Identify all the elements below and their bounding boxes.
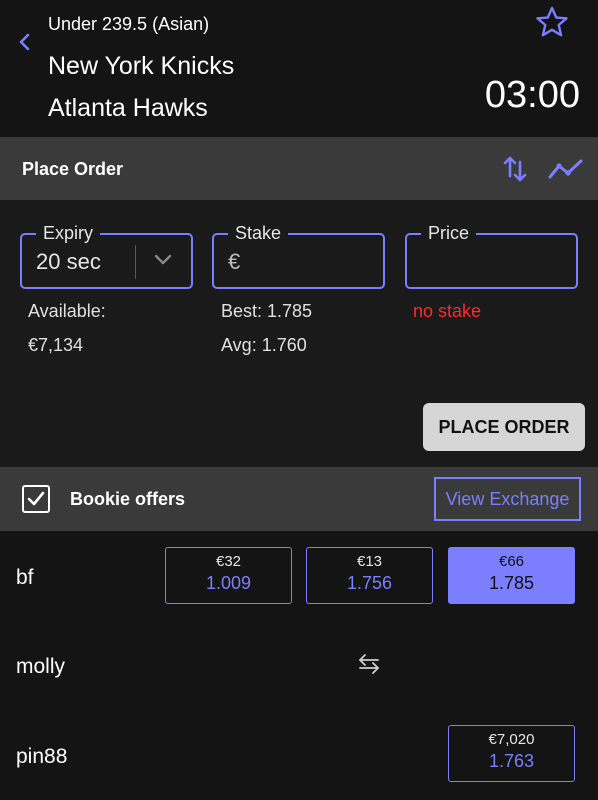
bookie-offers-header: Bookie offers View Exchange bbox=[0, 467, 598, 531]
offer-price: 1.763 bbox=[488, 751, 535, 771]
view-exchange-button[interactable]: View Exchange bbox=[434, 477, 581, 521]
expiry-label: Expiry bbox=[36, 223, 101, 244]
expiry-divider bbox=[135, 245, 136, 279]
offer-price: 1.756 bbox=[346, 573, 393, 593]
price-label: Price bbox=[421, 223, 477, 244]
order-form: Expiry 20 sec Stake € Price Available: €… bbox=[0, 200, 598, 467]
price-input[interactable]: Price bbox=[405, 223, 578, 289]
back-button[interactable] bbox=[14, 30, 34, 54]
available-value: €7,134 bbox=[28, 335, 84, 355]
favorite-button[interactable] bbox=[535, 6, 569, 38]
offer-stake: €13 bbox=[356, 553, 383, 570]
offer-stake: €7,020 bbox=[488, 731, 535, 748]
chart-button[interactable] bbox=[547, 155, 585, 183]
offer-button[interactable]: €7,020 1.763 bbox=[448, 725, 575, 782]
order-screen: Under 239.5 (Asian) New York Knicks Atla… bbox=[0, 0, 598, 800]
offer-stake: €32 bbox=[215, 553, 242, 570]
offer-price: 1.009 bbox=[205, 573, 252, 593]
checkmark-icon bbox=[27, 491, 45, 506]
place-order-title: Place Order bbox=[22, 159, 124, 179]
bookie-name: molly bbox=[16, 655, 66, 678]
offer-button[interactable]: €13 1.756 bbox=[306, 547, 433, 604]
expiry-value: 20 sec bbox=[36, 249, 101, 274]
stake-input[interactable]: Stake € bbox=[212, 223, 385, 289]
avg-price: Avg: 1.760 bbox=[221, 335, 307, 355]
chevron-down-icon[interactable] bbox=[153, 253, 173, 267]
place-order-button[interactable]: PLACE ORDER bbox=[423, 403, 585, 451]
stake-value: € bbox=[228, 249, 241, 274]
available-label: Available: bbox=[28, 301, 106, 321]
best-price: Best: 1.785 bbox=[221, 301, 313, 321]
swap-button[interactable] bbox=[356, 653, 382, 680]
bookie-offers-checkbox[interactable] bbox=[22, 485, 50, 513]
offer-stake: €66 bbox=[498, 553, 525, 570]
chevron-left-icon bbox=[19, 33, 30, 51]
offer-button-selected[interactable]: €66 1.785 bbox=[448, 547, 575, 604]
star-outline-icon bbox=[536, 6, 568, 37]
offer-price: 1.785 bbox=[488, 573, 535, 593]
swap-vertical-icon bbox=[503, 156, 527, 182]
price-error: no stake bbox=[413, 301, 482, 321]
bookie-offer-list: bf €32 1.009 €13 1.756 €66 1.785 molly p… bbox=[0, 531, 598, 800]
market-subtitle: Under 239.5 (Asian) bbox=[48, 14, 210, 34]
home-team: New York Knicks bbox=[48, 52, 235, 80]
bookie-name: pin88 bbox=[16, 745, 68, 768]
place-order-header: Place Order bbox=[0, 137, 598, 200]
bookie-name: bf bbox=[16, 566, 34, 589]
offer-button[interactable]: €32 1.009 bbox=[165, 547, 292, 604]
trend-line-icon bbox=[548, 159, 583, 179]
swap-horizontal-icon bbox=[359, 654, 379, 674]
event-header: Under 239.5 (Asian) New York Knicks Atla… bbox=[0, 0, 598, 137]
expiry-select[interactable]: Expiry 20 sec bbox=[20, 223, 193, 289]
away-team: Atlanta Hawks bbox=[48, 94, 208, 122]
game-clock: 03:00 bbox=[484, 74, 580, 116]
sort-button[interactable] bbox=[500, 153, 530, 185]
bookie-offers-title: Bookie offers bbox=[70, 489, 186, 509]
stake-label: Stake bbox=[228, 223, 289, 244]
